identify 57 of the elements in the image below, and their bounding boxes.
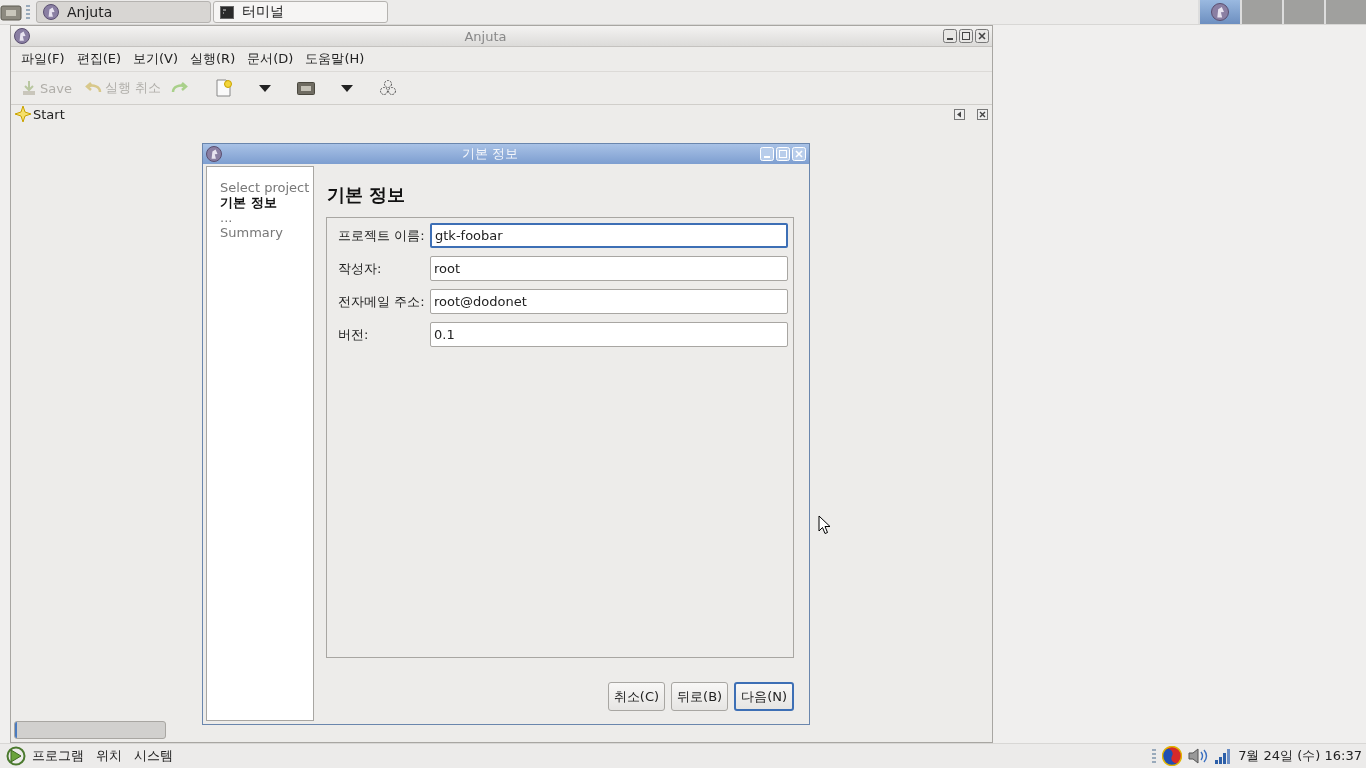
- signal-bars-icon[interactable]: [1214, 747, 1233, 765]
- window-title: Anjuta: [463, 28, 508, 44]
- mouse-pointer-icon: [818, 515, 831, 535]
- maximize-button[interactable]: [959, 29, 973, 43]
- text-field[interactable]: 0.1: [430, 322, 788, 347]
- dialog-title: 기본 정보: [460, 145, 520, 163]
- taskbar-button[interactable]: Anjuta: [36, 1, 211, 23]
- menu-item[interactable]: 파일(F): [15, 50, 71, 68]
- panel-menu[interactable]: 위치: [90, 747, 128, 765]
- menu-item[interactable]: 실행(R): [184, 50, 242, 68]
- dropdown-arrow-icon[interactable]: [341, 84, 354, 92]
- app-logo-icon: [206, 146, 222, 162]
- speaker-icon[interactable]: [1188, 747, 1209, 765]
- step-label: 기본 정보: [220, 195, 278, 210]
- dropdown-arrow-icon[interactable]: [259, 84, 272, 92]
- menu-item[interactable]: 보기(V): [127, 50, 185, 68]
- taegeuk-icon[interactable]: [1162, 746, 1183, 766]
- app-logo-icon: [1211, 3, 1229, 21]
- play-circle-icon[interactable]: [6, 746, 26, 766]
- clock[interactable]: 7월 24일 (수) 16:37: [1238, 747, 1362, 765]
- close-button[interactable]: [975, 29, 989, 43]
- text-field[interactable]: gtk-foobar: [430, 223, 788, 248]
- field-label: 전자메일 주소:: [338, 292, 426, 311]
- text-field[interactable]: root: [430, 256, 788, 281]
- workspace-button[interactable]: [1198, 0, 1240, 24]
- gears-icon[interactable]: [379, 79, 398, 97]
- document-tab[interactable]: Start: [33, 106, 65, 122]
- app-logo-icon: [43, 4, 59, 20]
- collapse-button[interactable]: [954, 108, 965, 120]
- terminal-icon: [220, 5, 234, 19]
- undo-arrow-icon: [83, 81, 102, 95]
- download-icon: [21, 80, 37, 96]
- field-label: 버전:: [338, 325, 370, 344]
- menu-item[interactable]: 문서(D): [241, 50, 300, 68]
- field-label: 작성자:: [338, 259, 383, 278]
- dialog-button[interactable]: 취소(C): [607, 682, 666, 711]
- app-logo-icon: [14, 28, 30, 44]
- panel-menu[interactable]: 시스템: [128, 747, 179, 765]
- panel-handle-icon[interactable]: [1152, 749, 1157, 763]
- panel-handle-icon[interactable]: [26, 5, 30, 19]
- star-icon: [15, 106, 31, 122]
- panel-menu[interactable]: 프로그램: [26, 747, 90, 765]
- dialog-button[interactable]: 다음(N): [734, 682, 794, 711]
- step-label: Select project: [220, 180, 311, 195]
- page-heading: 기본 정보: [327, 183, 407, 207]
- step-label: Summary: [220, 225, 284, 240]
- menu-item[interactable]: 편집(E): [70, 50, 127, 68]
- text-field[interactable]: root@dodonet: [430, 289, 788, 314]
- close-button[interactable]: [977, 108, 988, 120]
- dialog-button[interactable]: 뒤로(B): [671, 682, 729, 711]
- taskbar-button[interactable]: 터미널: [213, 1, 388, 23]
- menu-item[interactable]: 도움말(H): [299, 50, 371, 68]
- step-label: ...: [220, 210, 234, 225]
- field-label: 프로젝트 이름:: [338, 226, 426, 245]
- minimize-button[interactable]: [943, 29, 957, 43]
- folder-icon[interactable]: [297, 81, 316, 95]
- folder-icon[interactable]: [0, 3, 22, 21]
